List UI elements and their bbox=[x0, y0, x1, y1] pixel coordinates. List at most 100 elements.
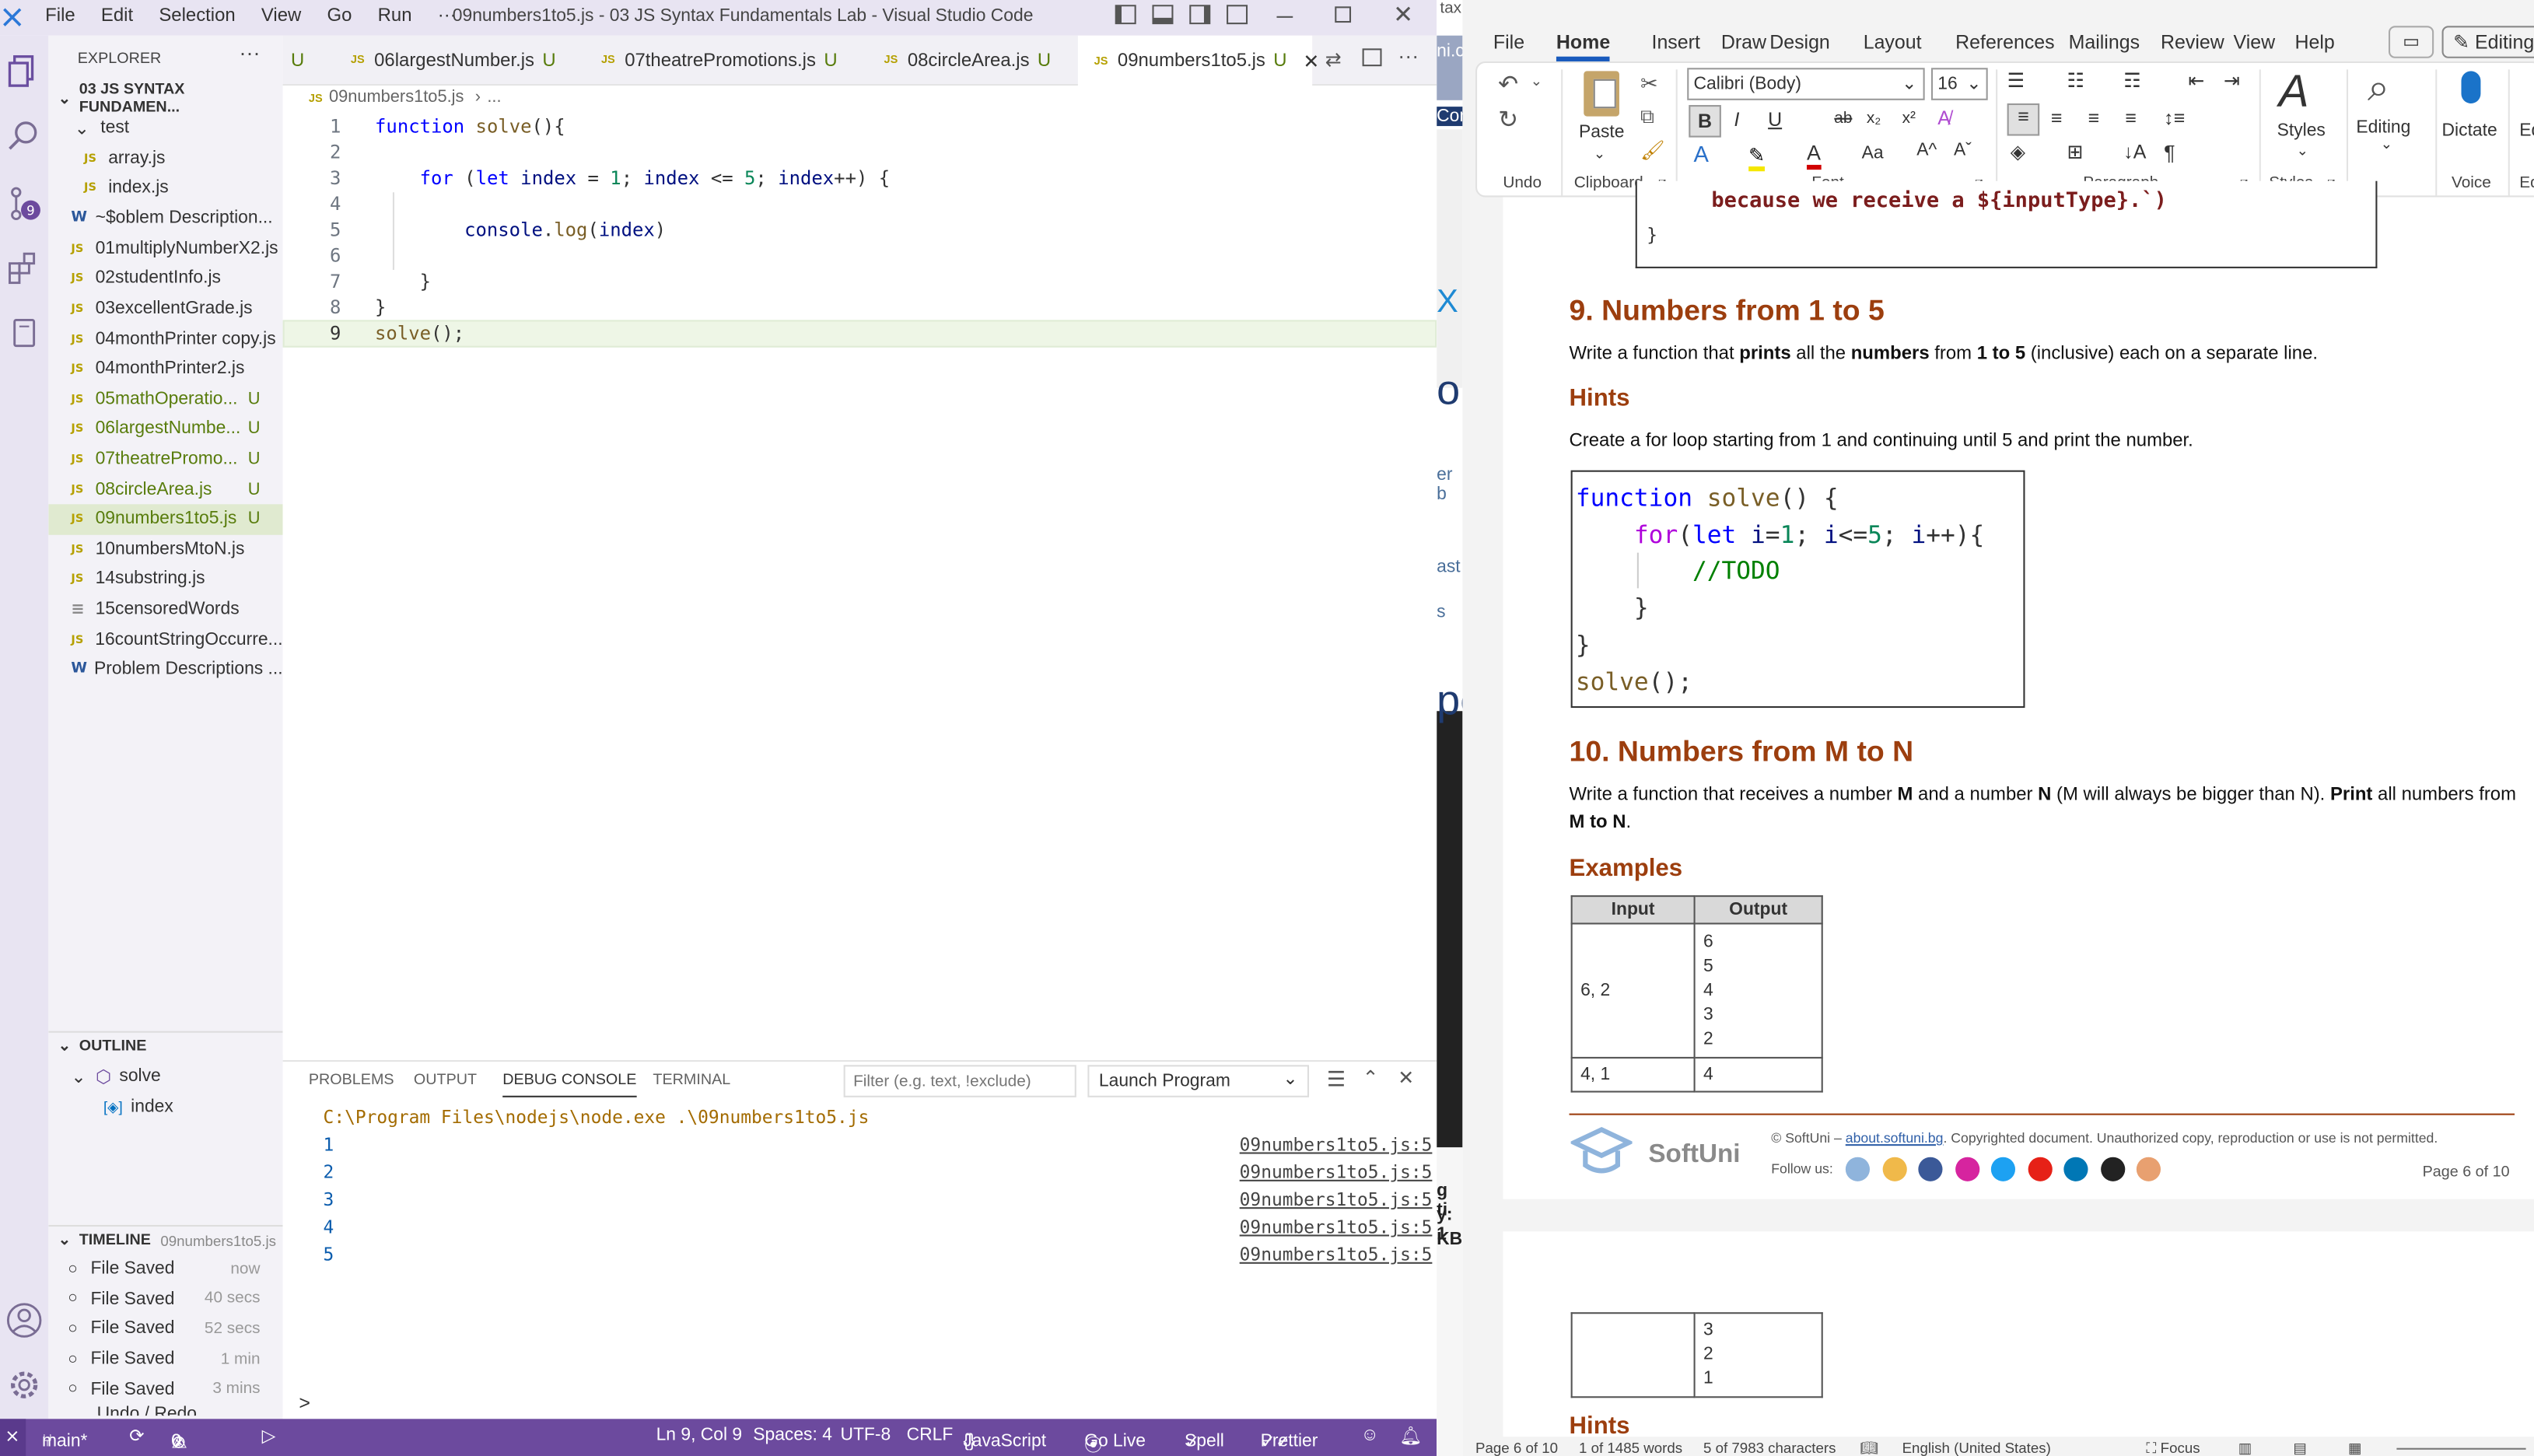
line-ending[interactable]: CRLF bbox=[907, 1426, 954, 1445]
document-page-next[interactable]: 3 2 1 Hints bbox=[1503, 1231, 2534, 1456]
remote-explorer-icon[interactable] bbox=[5, 313, 44, 352]
console-prompt[interactable]: > bbox=[299, 1391, 310, 1414]
facebook-icon[interactable] bbox=[1918, 1157, 1943, 1181]
web-layout-icon[interactable]: ▦ bbox=[2348, 1440, 2362, 1456]
justify-icon[interactable]: ≡ bbox=[2125, 107, 2137, 129]
file-item[interactable]: JS 04monthPrinter copy.js bbox=[48, 324, 282, 353]
menu-file[interactable]: File bbox=[33, 6, 89, 26]
compare-changes-icon[interactable]: ⇄ bbox=[1325, 48, 1342, 71]
console-source-link[interactable]: 09numbers1to5.js:5 bbox=[1240, 1162, 1433, 1183]
decrease-indent-icon[interactable]: ⇤ bbox=[2188, 69, 2204, 92]
format-painter-icon[interactable]: 🖌︎ bbox=[1640, 139, 1665, 162]
outline-item-solve[interactable]: ⌄ ⬡ solve bbox=[48, 1062, 282, 1091]
console-source-link[interactable]: 09numbers1to5.js:5 bbox=[1240, 1135, 1433, 1156]
file-item[interactable]: JS 07theatrePromo... U bbox=[48, 444, 282, 474]
numbering-icon[interactable]: ☷ bbox=[2067, 69, 2084, 92]
ribbon-tab-design[interactable]: Design bbox=[1769, 30, 1830, 53]
file-item[interactable]: JS 02studentInfo.js bbox=[48, 264, 282, 293]
editor-more-icon[interactable]: ··· bbox=[1398, 44, 1419, 68]
maximize-panel-icon[interactable]: ⌃ bbox=[1363, 1066, 1379, 1089]
launch-program-select[interactable]: Launch Program ⌄ bbox=[1087, 1065, 1310, 1097]
outline-section[interactable]: ⌄ OUTLINE bbox=[48, 1031, 283, 1060]
ribbon-tab-references[interactable]: References bbox=[1955, 30, 2055, 53]
feedback-icon[interactable]: ☺ bbox=[1361, 1426, 1379, 1445]
file-item[interactable]: JS 04monthPrinter2.js bbox=[48, 354, 282, 383]
font-name-select[interactable]: Calibri (Body) ⌄ bbox=[1687, 68, 1925, 100]
dictate-microphone-icon[interactable] bbox=[2461, 71, 2481, 103]
status-chars[interactable]: 5 of 7983 characters bbox=[1703, 1440, 1836, 1456]
timeline-item[interactable]: ○ File Saved 3 mins bbox=[48, 1374, 282, 1404]
email-icon[interactable] bbox=[2136, 1157, 2161, 1181]
github-icon[interactable] bbox=[2100, 1157, 2125, 1181]
timeline-item[interactable]: ○ File Saved now bbox=[48, 1254, 282, 1283]
toggle-panel-icon[interactable] bbox=[1152, 5, 1174, 25]
chevron-down-icon[interactable]: ⌄ bbox=[1594, 145, 1606, 163]
breadcrumb-more[interactable]: ... bbox=[487, 87, 501, 107]
clear-console-icon[interactable]: ☰ bbox=[1327, 1066, 1346, 1092]
redo-icon[interactable]: ↻ bbox=[1498, 105, 1518, 134]
file-item[interactable]: JS 14substring.js bbox=[48, 565, 282, 594]
remote-icon[interactable]: ⨯ bbox=[0, 1419, 26, 1456]
ribbon-tab-file[interactable]: File bbox=[1493, 30, 1524, 53]
ribbon-tab-help[interactable]: Help bbox=[2294, 30, 2334, 53]
outline-item-index[interactable]: [◈] index bbox=[48, 1093, 282, 1122]
ribbon-tab-mailings[interactable]: Mailings bbox=[2069, 30, 2140, 53]
read-mode-icon[interactable]: ▥ bbox=[2238, 1440, 2252, 1456]
print-layout-icon[interactable]: ▤ bbox=[2293, 1440, 2307, 1456]
tab-09numbers1to5-active[interactable]: JS 09numbers1to5.js U ✕ bbox=[1077, 35, 1319, 88]
editing-mode-button[interactable]: ✎ Editing bbox=[2441, 26, 2534, 58]
file-item[interactable]: JS 01multiplyNumberX2.js bbox=[48, 233, 282, 263]
grow-font-icon[interactable]: A^ bbox=[1916, 141, 1937, 160]
paste-clipboard-icon[interactable] bbox=[1584, 71, 1619, 117]
proofing-icon[interactable]: 📖︎ bbox=[1860, 1440, 1879, 1456]
find-magnifier-icon[interactable]: ⌕ bbox=[2368, 66, 2389, 111]
chevron-down-icon[interactable]: ⌄ bbox=[1531, 73, 1543, 91]
status-page[interactable]: Page 6 of 10 bbox=[1475, 1440, 1558, 1456]
sort-icon[interactable]: ↓A bbox=[2123, 141, 2146, 163]
subscript-button[interactable]: x₂ bbox=[1867, 110, 1881, 128]
status-focus[interactable]: ⛶ Focus bbox=[2146, 1440, 2200, 1456]
status-words[interactable]: 1 of 1485 words bbox=[1579, 1440, 1682, 1456]
copy-icon[interactable]: ⧉ bbox=[1640, 105, 1654, 129]
explorer-more-icon[interactable]: ··· bbox=[240, 40, 261, 65]
softuni-link[interactable]: about.softuni.bg bbox=[1846, 1129, 1944, 1146]
file-item[interactable]: JS 16countStringOccurre... bbox=[48, 625, 282, 654]
menu-run[interactable]: Run bbox=[365, 6, 425, 26]
tab-08circleArea[interactable]: JS 08circleArea.js U bbox=[868, 36, 1078, 86]
ribbon-tab-draw[interactable]: Draw bbox=[1721, 30, 1766, 53]
tab-06largestNumber[interactable]: JS 06largestNumber.js U bbox=[334, 36, 585, 86]
extensions-icon[interactable] bbox=[5, 249, 44, 288]
file-item[interactable]: JS 06largestNumbe... U bbox=[48, 414, 282, 443]
settings-gear-icon[interactable] bbox=[5, 1366, 44, 1405]
paste-label[interactable]: Paste bbox=[1579, 123, 1624, 142]
softuni-alt-icon[interactable] bbox=[1881, 1157, 1906, 1181]
file-item[interactable]: W Problem Descriptions ... bbox=[48, 655, 282, 684]
file-item[interactable]: W ~$oblem Description... bbox=[48, 204, 282, 233]
ribbon-tab-view[interactable]: View bbox=[2234, 30, 2276, 53]
ed-label[interactable]: Ed bbox=[2519, 121, 2534, 141]
status-language[interactable]: English (United States) bbox=[1902, 1440, 2051, 1456]
document-page[interactable]: because we receive a ${inputType}.`) } 9… bbox=[1503, 180, 2534, 1199]
workspace-root[interactable]: ⌄ 03 JS SYNTAX FUNDAMEN... bbox=[48, 81, 282, 117]
styles-label[interactable]: Styles bbox=[2277, 121, 2326, 141]
cursor-position[interactable]: Ln 9, Col 9 bbox=[656, 1426, 743, 1445]
menu-selection[interactable]: Selection bbox=[146, 6, 249, 26]
increase-indent-icon[interactable]: ⇥ bbox=[2224, 69, 2240, 92]
breadcrumb-file[interactable]: 09numbers1to5.js bbox=[329, 87, 464, 107]
filter-input[interactable] bbox=[843, 1065, 1076, 1097]
bullets-icon[interactable]: ☰ bbox=[2007, 69, 2025, 92]
multilevel-list-icon[interactable]: ☶ bbox=[2123, 69, 2140, 92]
tab-07theatrePromotions[interactable]: JS 07theatrePromotions.js U bbox=[585, 36, 868, 86]
instagram-icon[interactable] bbox=[1955, 1157, 1979, 1181]
chevron-down-icon[interactable]: ⌄ bbox=[2381, 136, 2393, 154]
highlight-icon[interactable]: ✎ bbox=[1748, 144, 1766, 172]
sync-icon[interactable]: ⟳ bbox=[129, 1426, 144, 1447]
file-item[interactable]: JS 08circleArea.js U bbox=[48, 474, 282, 504]
font-size-select[interactable]: 16 ⌄ bbox=[1930, 68, 1988, 100]
menu-view[interactable]: View bbox=[248, 6, 314, 26]
borders-icon[interactable]: ⊞ bbox=[2067, 141, 2084, 163]
text-effects-icon[interactable]: A bbox=[1694, 141, 1709, 166]
menu-edit[interactable]: Edit bbox=[88, 6, 145, 26]
console-source-link[interactable]: 09numbers1to5.js:5 bbox=[1240, 1189, 1433, 1210]
source-control-icon[interactable]: 9 bbox=[5, 184, 44, 223]
